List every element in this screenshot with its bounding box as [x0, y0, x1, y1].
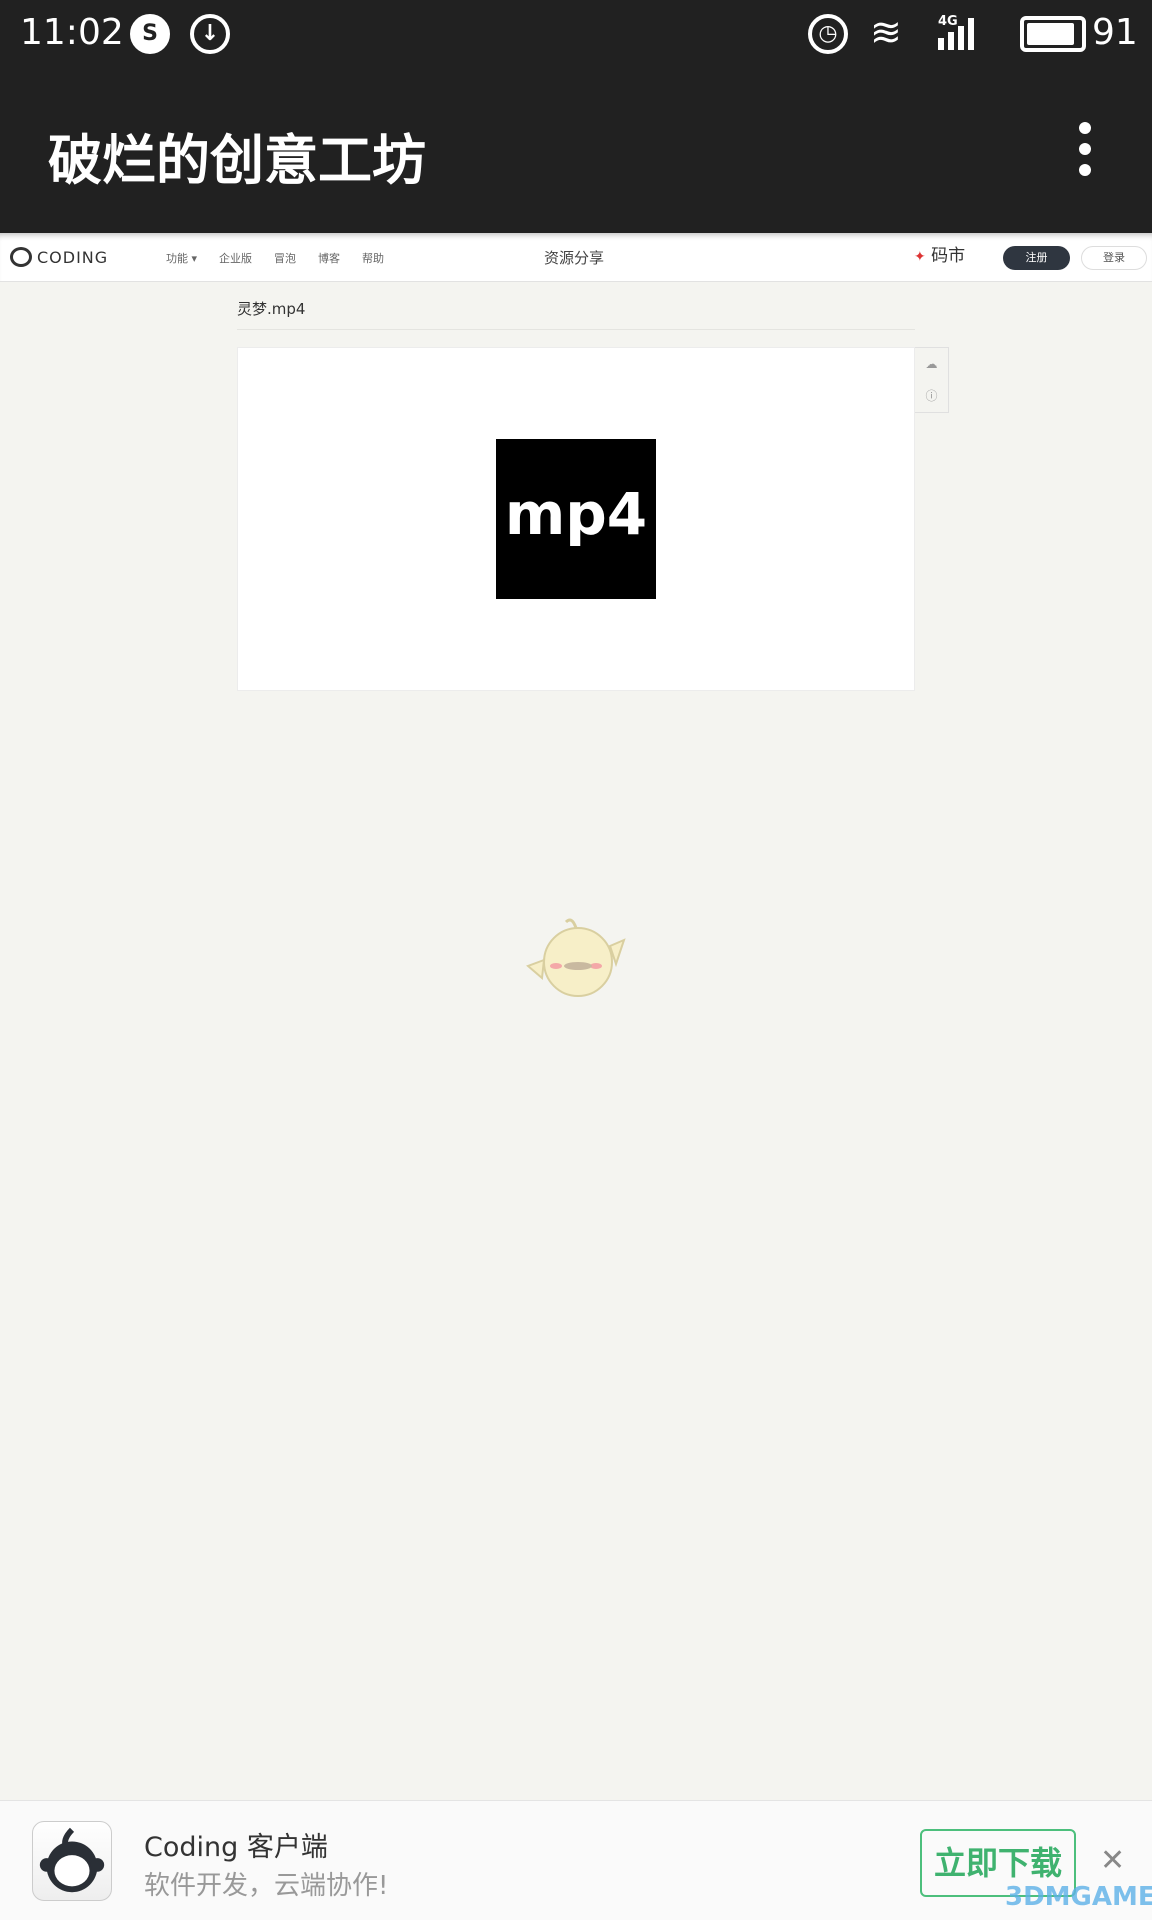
nav-item-bubble[interactable]: 冒泡 [274, 250, 296, 266]
register-button[interactable]: 注册 [1003, 246, 1070, 270]
divider [237, 329, 915, 330]
alarm-icon: ◷ [808, 14, 848, 54]
login-button[interactable]: 登录 [1081, 246, 1147, 270]
battery-percent: 91 [1092, 12, 1138, 53]
file-type-thumbnail: mp4 [496, 439, 656, 599]
site-navbar: CODING 功能 ▾ 企业版 冒泡 博客 帮助 资源分享 ✦ 码市 注册 登录 [0, 233, 1152, 282]
close-icon[interactable]: ✕ [1100, 1843, 1125, 1878]
battery-icon [1020, 16, 1086, 52]
watermark-logo: 3DMGAME [1005, 1882, 1152, 1912]
monkey-logo-icon [10, 247, 32, 267]
market-link[interactable]: ✦ 码市 [914, 241, 965, 266]
app-title: 破烂的创意工坊 [48, 129, 426, 192]
coding-app-icon [32, 1821, 112, 1901]
market-label: 码市 [931, 246, 966, 266]
wifi-icon: ≋ [870, 10, 902, 54]
more-menu-icon[interactable] [1070, 122, 1100, 178]
nav-item-enterprise[interactable]: 企业版 [219, 250, 252, 266]
download-icon: ↓ [190, 14, 230, 54]
logo-text: CODING [37, 247, 109, 267]
banner-title: Coding 客户端 [144, 1832, 328, 1863]
app-download-banner: Coding 客户端 软件开发，云端协作! 立即下载 ✕ [0, 1800, 1152, 1920]
banner-subtitle: 软件开发，云端协作! [144, 1871, 389, 1901]
coding-logo[interactable]: CODING [10, 247, 108, 267]
info-icon[interactable]: ⓘ [915, 380, 948, 412]
app-bar: 破烂的创意工坊 [0, 72, 1152, 233]
ninja-icon: ✦ [914, 249, 926, 265]
file-title: 灵梦.mp4 [237, 300, 306, 318]
page-heading: 资源分享 [544, 249, 605, 267]
cloud-download-icon[interactable]: ☁ [915, 348, 948, 380]
status-time: 11:02 [20, 12, 124, 53]
signal-icon [938, 18, 974, 50]
nav-item-blog[interactable]: 博客 [318, 250, 340, 266]
nav-item-features[interactable]: 功能 ▾ [166, 250, 197, 266]
status-bar: 11:02 S ↓ ◷ ≋ 4G 91 [0, 0, 1152, 72]
nav-item-help[interactable]: 帮助 [362, 250, 384, 266]
loading-mascot-icon [526, 918, 626, 997]
music-app-icon: S [130, 14, 170, 54]
file-actions: ☁ ⓘ [915, 347, 949, 413]
